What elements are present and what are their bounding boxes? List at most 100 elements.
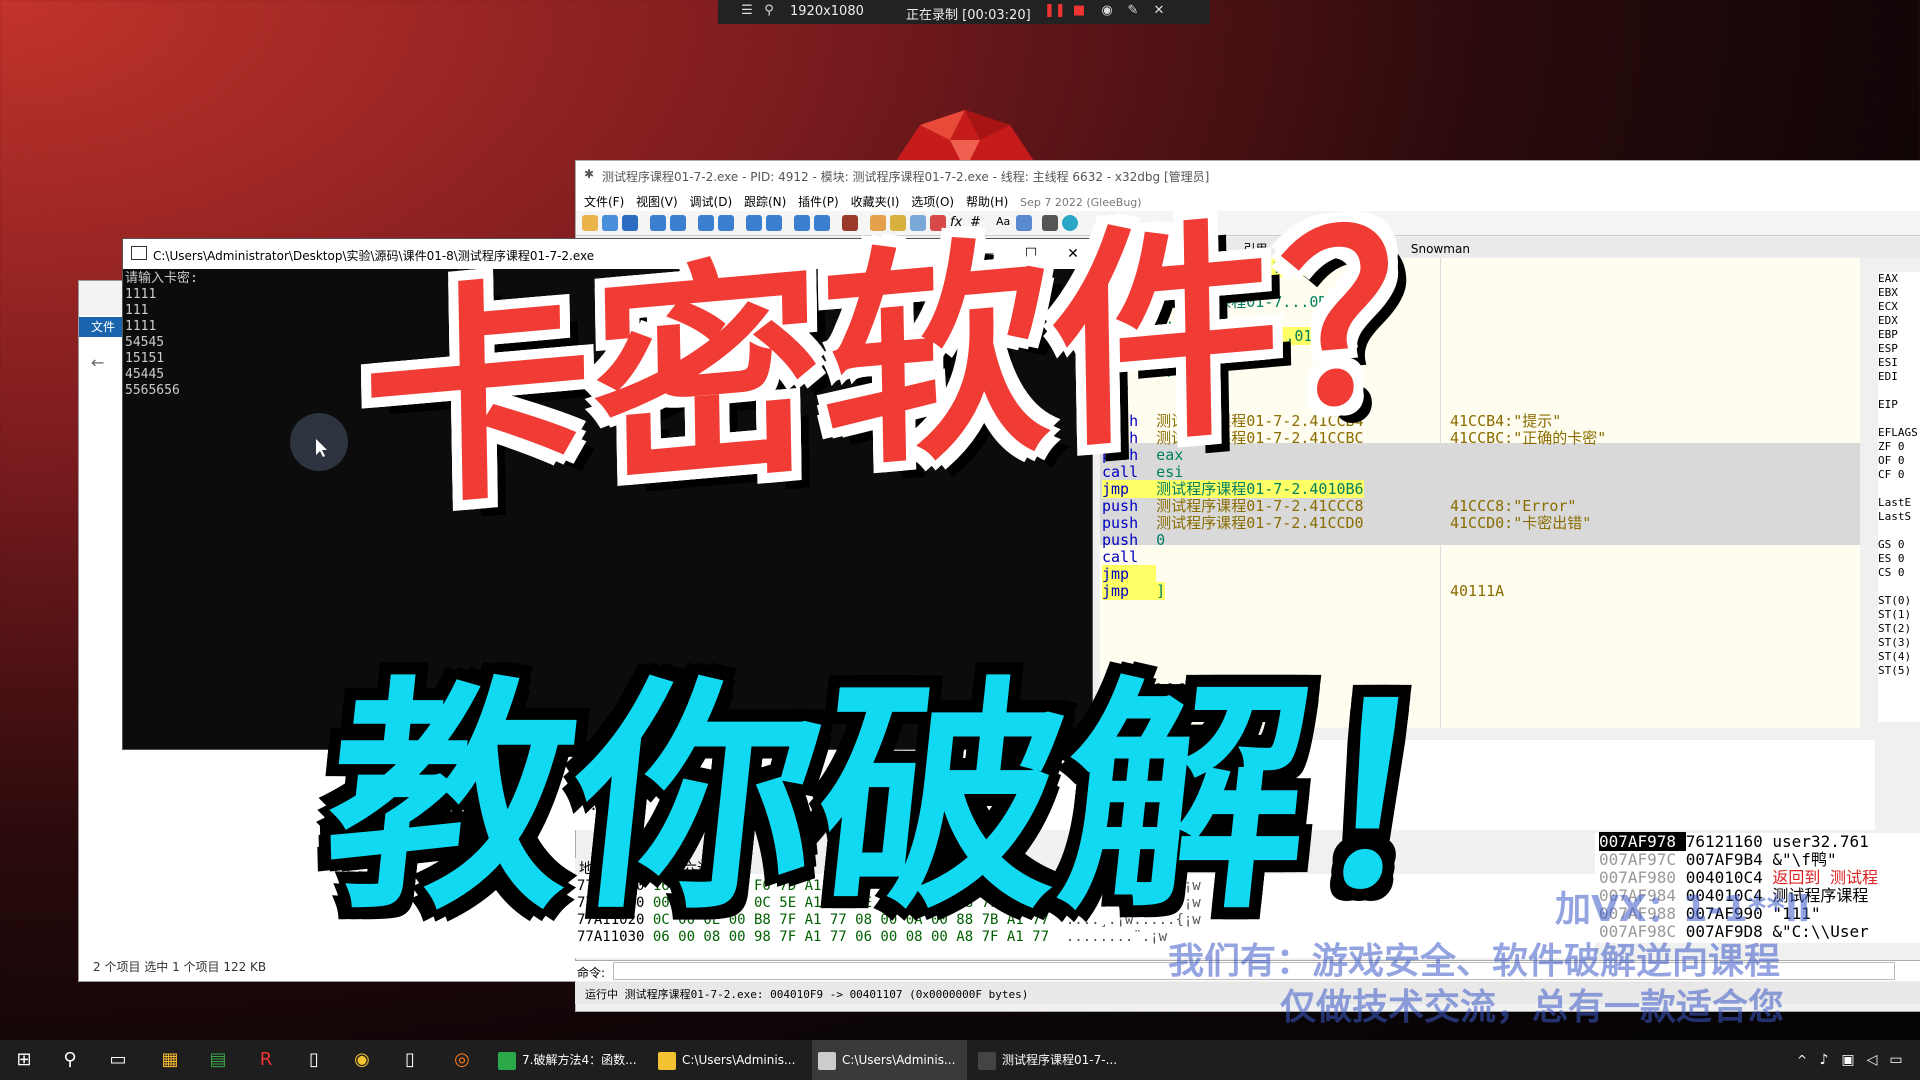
register-label: EIP	[1878, 398, 1898, 411]
pause-icon[interactable]: ❚❚	[1044, 4, 1066, 18]
register-label	[1878, 384, 1920, 398]
register-label: ST(5)	[1878, 664, 1912, 677]
stack-address: 007AF978	[1599, 832, 1686, 851]
taskbar-app-debugger[interactable]: 测试程序课程01-7-...	[972, 1040, 1127, 1080]
console-output: 请输入卡密: 1111 111 1111 54545 15151 45445 5…	[125, 271, 198, 398]
search-icon[interactable]: ⚲	[58, 1048, 82, 1072]
registers-pane[interactable]: EAX EBX ECX EDX EBP ESP ESI EDI EIP EFLAGS ZF 0 OF …	[1878, 272, 1920, 722]
headline-teach-crack: 教你破解！	[314, 657, 1570, 942]
register-label: EBX	[1878, 286, 1898, 299]
register-label: ES 0	[1878, 552, 1905, 565]
disasm-row[interactable]: push 测试程序课程01-7-2.41CCD0	[1102, 515, 1364, 532]
register-label: EFLAGS	[1878, 426, 1918, 439]
stack-comment: user32.761	[1772, 832, 1869, 851]
disasm-opcode: push	[1102, 514, 1148, 532]
close-icon[interactable]: ✕	[1152, 4, 1166, 18]
app-icon[interactable]: R	[254, 1048, 278, 1072]
stack-row[interactable]: 007AF97C 007AF9B4 &"\f鸭"	[1599, 851, 1837, 869]
taskbar-app-explorer[interactable]: C:\Users\Adminis...	[652, 1040, 807, 1080]
register-label: CS 0	[1878, 566, 1905, 579]
register-label: GS 0	[1878, 538, 1905, 551]
stack-comment: &"\f鸭"	[1772, 850, 1837, 869]
register-label: ESI	[1878, 356, 1898, 369]
chevron-up-icon[interactable]: ^	[1790, 1048, 1814, 1072]
notepad-icon[interactable]: ▤	[206, 1048, 230, 1072]
explorer-nav-pane	[109, 401, 121, 801]
taskbar-app-lesson[interactable]: 7.破解方法4：函数...	[492, 1040, 647, 1080]
disasm-operand	[1147, 565, 1157, 583]
recording-status: 正在录制 [00:03:20]	[906, 8, 1031, 23]
disasm-row[interactable]: jmp ]	[1102, 582, 1166, 600]
register-label: CF 0	[1878, 468, 1905, 481]
recording-resolution: 1920x1080	[790, 4, 864, 19]
file-tab[interactable]: 文件	[79, 317, 127, 337]
taskbar-app-console[interactable]: C:\Users\Adminis...	[812, 1040, 967, 1080]
document-icon[interactable]: ▯	[302, 1048, 326, 1072]
register-label: ESP	[1878, 342, 1898, 355]
console-icon	[131, 246, 147, 260]
register-label	[1878, 524, 1920, 538]
store-icon[interactable]: ▦	[158, 1048, 182, 1072]
pin-icon[interactable]: ⚲	[762, 4, 776, 18]
disasm-operand: ]	[1147, 582, 1166, 600]
register-label: LastE	[1878, 496, 1912, 509]
stack-row[interactable]: 007AF978 76121160 user32.761	[1599, 832, 1869, 851]
register-label: ST(4)	[1878, 650, 1912, 663]
disasm-opcode: call	[1102, 548, 1148, 566]
register-label: ST(2)	[1878, 622, 1912, 635]
register-label	[1878, 412, 1920, 426]
register-label: EDI	[1878, 370, 1898, 383]
disasm-comment: 40111A	[1450, 582, 1505, 600]
microphone-icon[interactable]: ♪	[1812, 1048, 1836, 1072]
register-label: LastS	[1878, 510, 1912, 523]
disasm-operand: 测试程序课程01-7-2.41CCC8	[1147, 497, 1364, 515]
disasm-row[interactable]: push 0	[1102, 532, 1165, 549]
stack-address: 007AF97C	[1599, 850, 1686, 869]
register-label: ST(1)	[1878, 608, 1912, 621]
disasm-opcode: jmp	[1102, 582, 1148, 600]
watermark-exchange: 仅做技术交流，总有一款适合您	[1280, 987, 1785, 1028]
disasm-operand: 测试程序课程01-7-2.41CCD0	[1147, 514, 1364, 532]
pointer-icon	[316, 439, 327, 457]
register-label: EDX	[1878, 314, 1898, 327]
register-label: EAX	[1878, 272, 1898, 285]
disasm-row[interactable]: call	[1102, 549, 1156, 566]
chrome-icon[interactable]: ◉	[350, 1048, 374, 1072]
back-arrow-icon[interactable]: ←	[91, 353, 104, 372]
volume-icon[interactable]: ◁	[1860, 1048, 1884, 1072]
command-label: 命令:	[577, 966, 606, 980]
disasm-operand	[1147, 548, 1156, 566]
disasm-comment: 41CCD0:"卡密出错"	[1450, 514, 1592, 532]
register-label: ECX	[1878, 300, 1898, 313]
windows-taskbar: ⊞ ⚲ ▭ ▦ ▤ R ▯ ◉ ▯ ◎ 7.破解方法4：函数... C:\Use…	[0, 1040, 1920, 1080]
recording-toolbar: ☰ ⚲ 1920x1080 正在录制 [00:03:20] ❚❚ ■ ◉ ✎ ✕	[718, 0, 1210, 24]
menu-icon[interactable]: ☰	[740, 4, 754, 18]
register-label: ST(0)	[1878, 594, 1912, 607]
disasm-opcode: jmp	[1102, 565, 1148, 583]
disasm-row[interactable]: push 测试程序课程01-7-2.41CCC8	[1102, 498, 1364, 515]
explorer-status: 2 个项目 选中 1 个项目 122 KB	[93, 960, 267, 974]
watermark-courses: 我们有：游戏安全、软件破解逆向课程	[1168, 941, 1781, 982]
watermark-contact: 加VX：1-1**ll	[1555, 889, 1810, 930]
stop-icon[interactable]: ■	[1072, 4, 1086, 18]
debugger-status-text: 运行中 测试程序课程01-7-2.exe: 004010F9 -> 004011…	[585, 988, 1029, 1001]
firefox-icon[interactable]: ◎	[450, 1048, 474, 1072]
disasm-opcode: push	[1102, 497, 1148, 515]
notifications-icon[interactable]: ▭	[1884, 1048, 1908, 1072]
disasm-row[interactable]: jmp	[1102, 565, 1157, 583]
register-label: ST(3)	[1878, 636, 1912, 649]
disasm-opcode: push	[1102, 531, 1148, 549]
disasm-operand: 0	[1147, 531, 1166, 549]
windows-start-icon[interactable]: ⊞	[12, 1048, 36, 1072]
disasm-comment: 41CCC8:"Error"	[1450, 497, 1577, 515]
network-icon[interactable]: ▣	[1836, 1048, 1860, 1072]
task-view-icon[interactable]: ▭	[106, 1048, 130, 1072]
disasm-operand: 测试程序课程01-7-2.4010B6	[1147, 480, 1364, 498]
camera-icon[interactable]: ◉	[1100, 4, 1114, 18]
stack-value: 76121160	[1685, 832, 1773, 851]
register-label: ZF 0	[1878, 440, 1905, 453]
mouse-cursor-highlight	[290, 413, 348, 471]
file-icon[interactable]: ▯	[398, 1048, 422, 1072]
pen-icon[interactable]: ✎	[1126, 4, 1140, 18]
bug-icon: ✱	[584, 167, 595, 181]
